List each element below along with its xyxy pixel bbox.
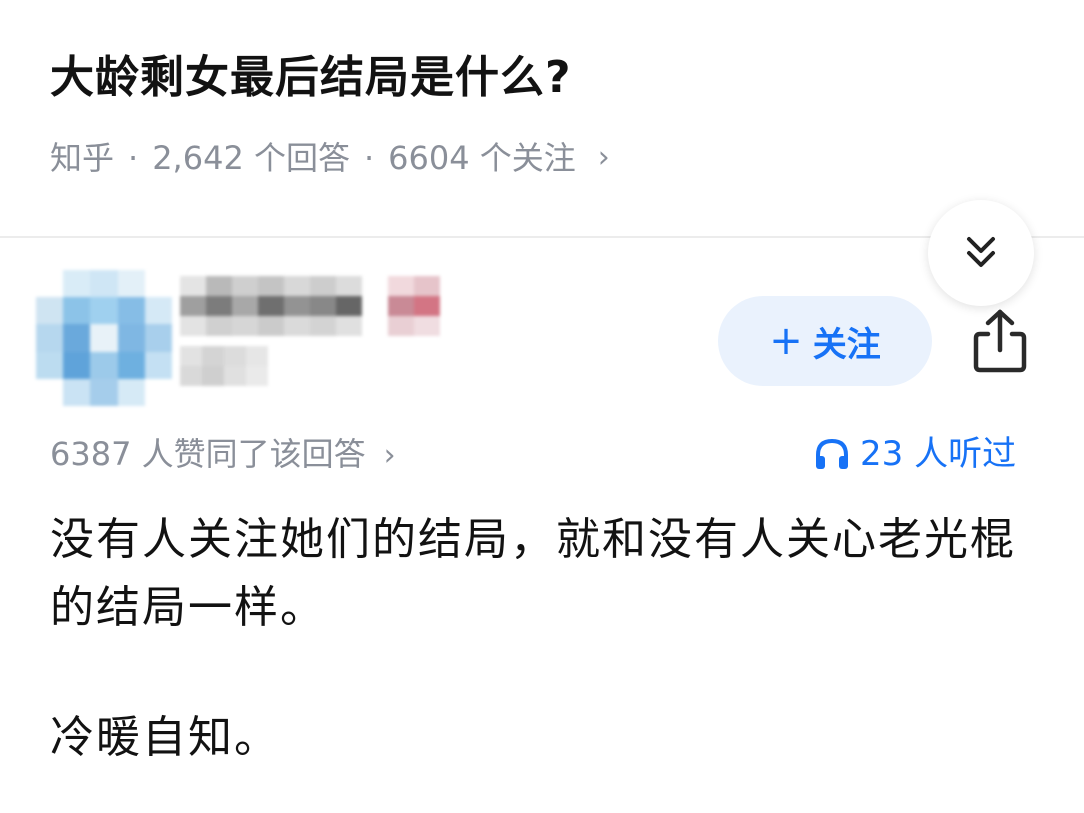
author-bio-redacted: [180, 346, 268, 386]
share-button[interactable]: [970, 306, 1030, 376]
divider: [0, 236, 1084, 238]
separator-dot: ·: [363, 139, 375, 177]
answer-count: 2,642 个回答: [152, 139, 350, 177]
follow-button[interactable]: + 关注: [718, 296, 932, 386]
avatar[interactable]: [36, 270, 172, 406]
answer-paragraph: 冷暖自知。: [50, 712, 280, 763]
share-icon: [973, 309, 1027, 373]
follow-label: 关注: [812, 324, 881, 365]
answer-paragraph: 没有人关注她们的结局，就和没有人关心老光棍的结局一样。: [50, 514, 1016, 633]
headphones-icon: [816, 438, 848, 469]
question-title[interactable]: 大龄剩女最后结局是什么?: [50, 40, 572, 116]
collapse-button[interactable]: [928, 200, 1034, 306]
vote-count: 6387 人赞同了该回答: [50, 435, 366, 473]
answer-content: 没有人关注她们的结局，就和没有人关心老光棍的结局一样。 冷暖自知。: [50, 506, 1040, 772]
question-meta[interactable]: 知乎 · 2,642 个回答 · 6604 个关注 ›: [50, 134, 610, 182]
follower-count: 6604 个关注: [388, 139, 576, 177]
chevron-right-icon: ›: [383, 438, 396, 473]
listen-button[interactable]: 23 人听过: [814, 430, 1016, 478]
vote-summary[interactable]: 6387 人赞同了该回答 ›: [50, 430, 396, 480]
chevron-right-icon: ›: [597, 140, 610, 175]
listen-count: 23 人听过: [860, 434, 1017, 474]
plus-icon: +: [769, 318, 803, 364]
double-chevron-down-icon: [967, 237, 995, 267]
author-name-redacted[interactable]: [180, 276, 440, 336]
source-label: 知乎: [50, 139, 115, 177]
separator-dot: ·: [128, 139, 139, 177]
